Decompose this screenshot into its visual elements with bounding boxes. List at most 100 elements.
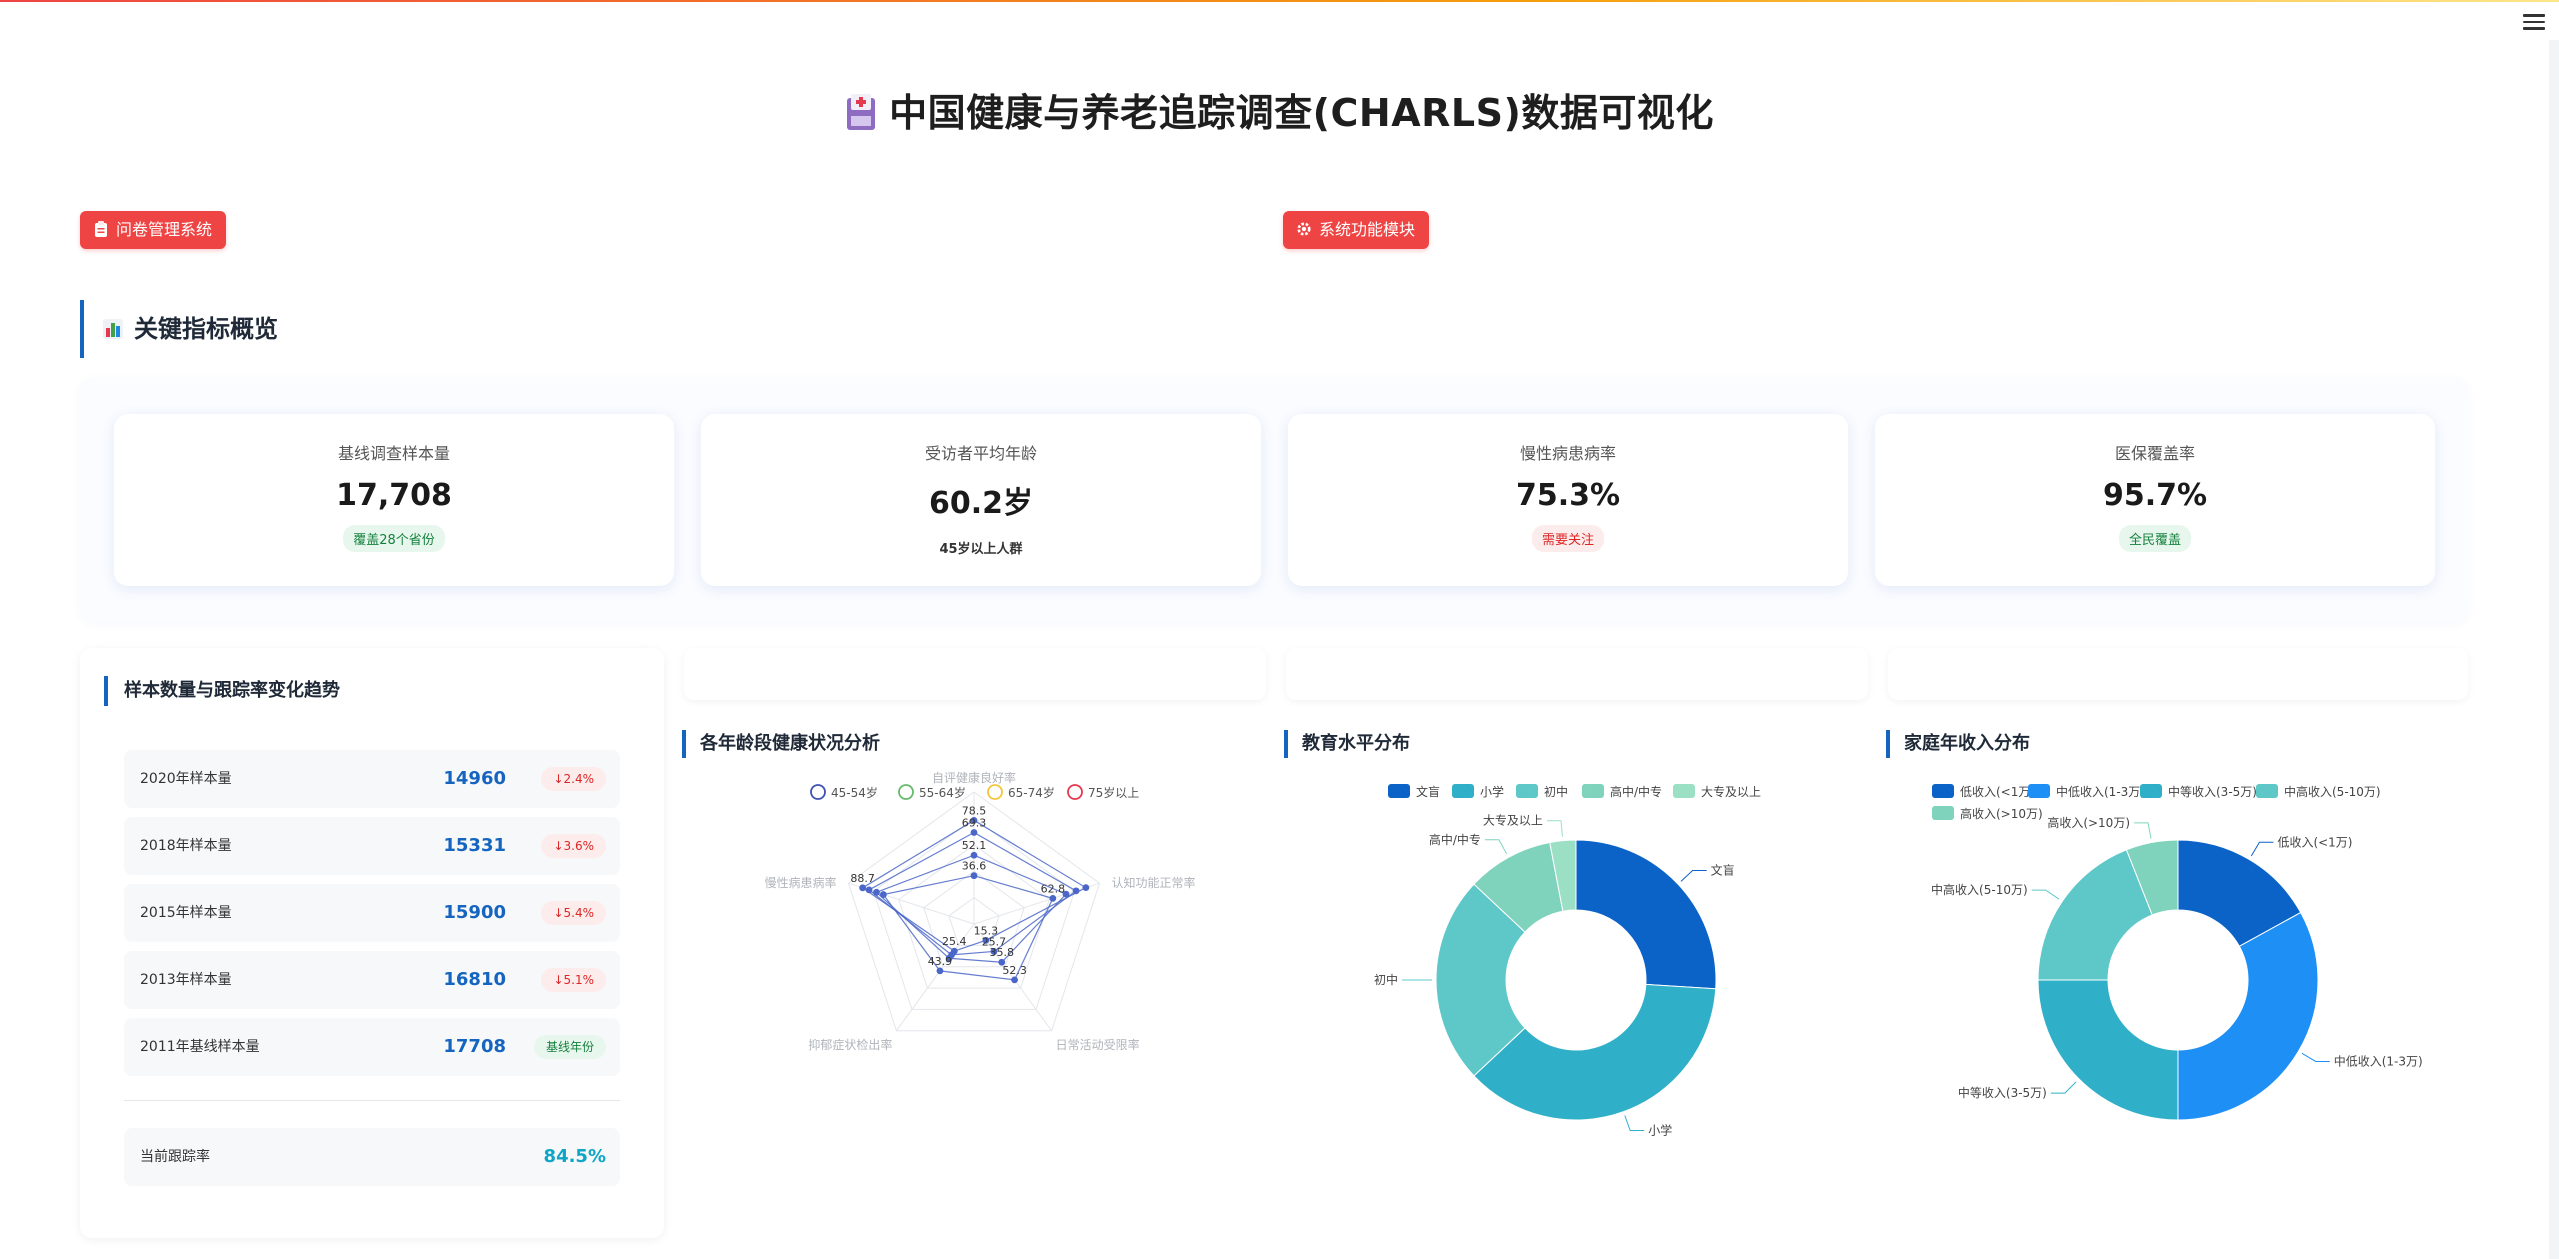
radar-chart-title: 各年龄段健康状况分析 — [682, 730, 880, 758]
radar-point — [1082, 884, 1090, 892]
kpi-badge: 需要关注 — [1531, 525, 1604, 552]
sample-row-label: 2013年样本量 — [140, 972, 232, 988]
legend-label: 小学 — [1480, 784, 1504, 799]
legend-label: 高中/中专 — [1610, 784, 1662, 799]
radar-value-label: 69.3 — [962, 817, 987, 830]
sample-row-value: 15900 — [443, 902, 506, 923]
donut-slice-label: 文盲 — [1711, 862, 1735, 877]
legend-swatch — [1582, 784, 1604, 798]
radar-indicator-label: 日常活动受限率 — [1056, 1037, 1140, 1052]
legend-swatch — [2256, 784, 2278, 798]
donut-leader-line — [1546, 820, 1563, 837]
radar-value-label: 62.8 — [1041, 882, 1066, 895]
radar-point — [865, 886, 873, 894]
legend-label: 大专及以上 — [1701, 784, 1761, 799]
kpi-value: 17,708 — [336, 478, 452, 513]
kpi-card-chronic-disease: 慢性病患病率 75.3% 需要关注 — [1288, 414, 1848, 586]
sample-row-label: 2015年样本量 — [140, 905, 232, 921]
kpi-card-sample-size: 基线调查样本量 17,708 覆盖28个省份 — [114, 414, 674, 586]
legend-label: 文盲 — [1416, 784, 1440, 799]
sample-row-2015: 2015年样本量 15900 ↓5.4% — [124, 884, 620, 942]
legend-label: 中等收入(3-5万) — [2168, 784, 2257, 799]
sample-row-label: 2020年样本量 — [140, 771, 232, 787]
legend-label: 高收入(>10万) — [1960, 806, 2043, 821]
kpi-panel: 基线调查样本量 17,708 覆盖28个省份 受访者平均年龄 60.2岁 45岁… — [80, 378, 2468, 622]
top-card-strip — [684, 648, 1266, 700]
donut-slice-label: 大专及以上 — [1483, 813, 1543, 828]
radar-indicator-label: 抑郁症状检出率 — [808, 1037, 892, 1052]
trend-panel: 样本数量与跟踪率变化趋势 2020年样本量 14960 ↓2.4% 2018年样… — [80, 648, 664, 1238]
donut-slice — [2037, 979, 2179, 1121]
radar-point — [1049, 894, 1057, 902]
legend-swatch — [1516, 784, 1538, 798]
top-card-strip — [1286, 648, 1868, 700]
page-title-text: 中国健康与养老追踪调查(CHARLS)数据可视化 — [889, 91, 1714, 135]
radar-value-label: 52.1 — [962, 839, 987, 852]
top-accent-bar — [0, 0, 2559, 2]
donut-slice-label: 中高收入(5-10万) — [1931, 882, 2028, 897]
kpi-label: 慢性病患病率 — [1519, 444, 1616, 463]
overview-heading: 关键指标概览 — [80, 300, 278, 358]
kpi-card-insurance: 医保覆盖率 95.7% 全民覆盖 — [1875, 414, 2435, 586]
tracking-rate-label: 当前跟踪率 — [140, 1149, 210, 1165]
tracking-rate-value: 84.5% — [543, 1146, 606, 1167]
radar-indicator-label: 认知功能正常率 — [1112, 875, 1196, 890]
baseline-badge: 基线年份 — [533, 1035, 606, 1059]
kpi-card-average-age: 受访者平均年龄 60.2岁 45岁以上人群 — [701, 414, 1261, 586]
income-donut-chart: 低收入(<1万) 中低收入(1-3万) 中等收入(3-5万) 中高收入(5-10万) 高… — [1931, 784, 2423, 1121]
radar-point — [970, 872, 978, 880]
questionnaire-button[interactable]: 问卷管理系统 — [80, 211, 227, 249]
radar-value-label: 25.4 — [942, 935, 967, 948]
donut-leader-line — [2250, 841, 2274, 857]
radar-value-label: 43.9 — [928, 955, 953, 968]
legend-label: 中低收入(1-3万) — [2056, 784, 2145, 799]
change-badge: ↓2.4% — [541, 767, 606, 791]
kpi-label: 受访者平均年龄 — [924, 444, 1037, 463]
donut-slice — [2177, 911, 2319, 1121]
radar-value-label: 35.8 — [990, 946, 1015, 959]
donut-slice-label: 小学 — [1648, 1123, 1672, 1138]
radar-point — [1011, 976, 1018, 984]
radar-point — [970, 829, 978, 836]
modules-button[interactable]: 系统功能模块 — [1283, 211, 1430, 249]
legend-swatch — [1388, 784, 1410, 798]
donut-leader-line — [2134, 822, 2152, 839]
sample-row-label: 2018年样本量 — [140, 838, 232, 854]
radar-point — [1072, 887, 1080, 895]
kpi-badge: 全民覆盖 — [2118, 525, 2191, 552]
legend-swatch — [2028, 784, 2050, 798]
overview-heading-text: 关键指标概览 — [134, 315, 278, 343]
donut-slice — [1575, 839, 1717, 990]
donut-leader-line — [1624, 1115, 1645, 1132]
scrollbar[interactable] — [2549, 40, 2559, 1259]
radar-point — [936, 967, 944, 975]
radar-value-label: 88.7 — [850, 872, 875, 885]
page-title: 中国健康与养老追踪调查(CHARLS)数据可视化 — [0, 82, 2559, 137]
clipboard-icon — [95, 221, 107, 237]
radar-chart: 45-54岁 55-64岁 65-74岁 75岁以上 自评健康良好率认知功能正常率日常活… — [764, 770, 1196, 1052]
radar-axis-line — [973, 882, 1100, 925]
kpi-badge: 覆盖28个省份 — [343, 525, 445, 552]
kpi-label: 医保覆盖率 — [2114, 444, 2195, 463]
radar-point — [859, 884, 867, 892]
kpi-value: 95.7% — [2102, 478, 2208, 513]
radar-value-label: 36.6 — [962, 860, 987, 873]
legend-label: 65-74岁 — [1008, 785, 1055, 800]
sample-row-2011: 2011年基线样本量 17708 基线年份 — [124, 1018, 620, 1076]
kpi-value: 75.3% — [1515, 478, 1621, 513]
sample-row-2020: 2020年样本量 14960 ↓2.4% — [124, 750, 620, 808]
education-chart-title: 教育水平分布 — [1284, 730, 1410, 758]
legend-swatch — [1932, 806, 1954, 820]
menu-icon[interactable] — [2523, 14, 2545, 32]
radar-value-label: 78.5 — [962, 804, 987, 817]
donut-leader-line — [1680, 869, 1707, 882]
trend-panel-title: 样本数量与跟踪率变化趋势 — [104, 676, 340, 706]
sample-row-value: 16810 — [443, 969, 506, 990]
radar-series-line — [882, 875, 1054, 981]
radar-point — [873, 888, 880, 896]
donut-slice-label: 中低收入(1-3万) — [2334, 1053, 2423, 1068]
legend-marker — [810, 784, 826, 800]
legend-label: 初中 — [1544, 784, 1568, 799]
bar-chart-icon — [103, 319, 123, 339]
legend-marker — [1067, 784, 1083, 800]
